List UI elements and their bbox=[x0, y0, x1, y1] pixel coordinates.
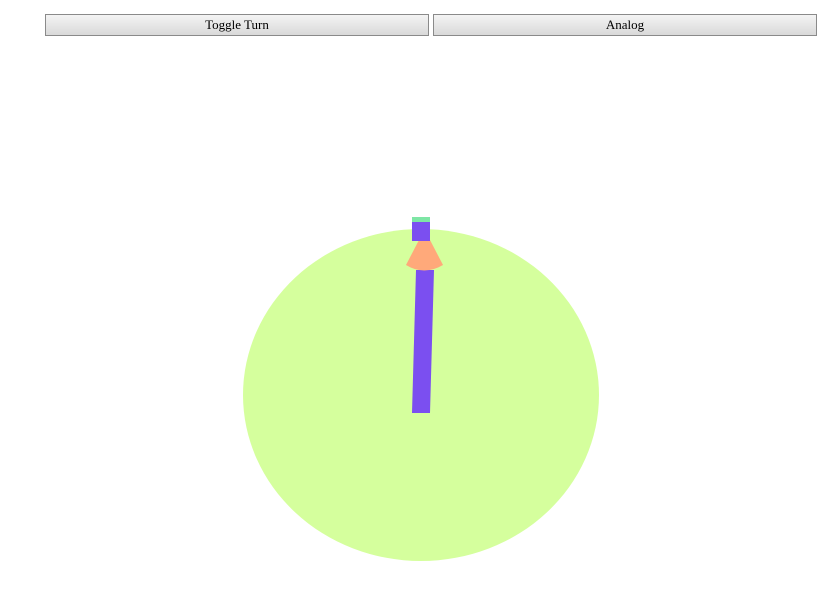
hand-top-block bbox=[412, 222, 430, 241]
dial-scene bbox=[243, 217, 599, 561]
hand-cap bbox=[412, 217, 430, 222]
